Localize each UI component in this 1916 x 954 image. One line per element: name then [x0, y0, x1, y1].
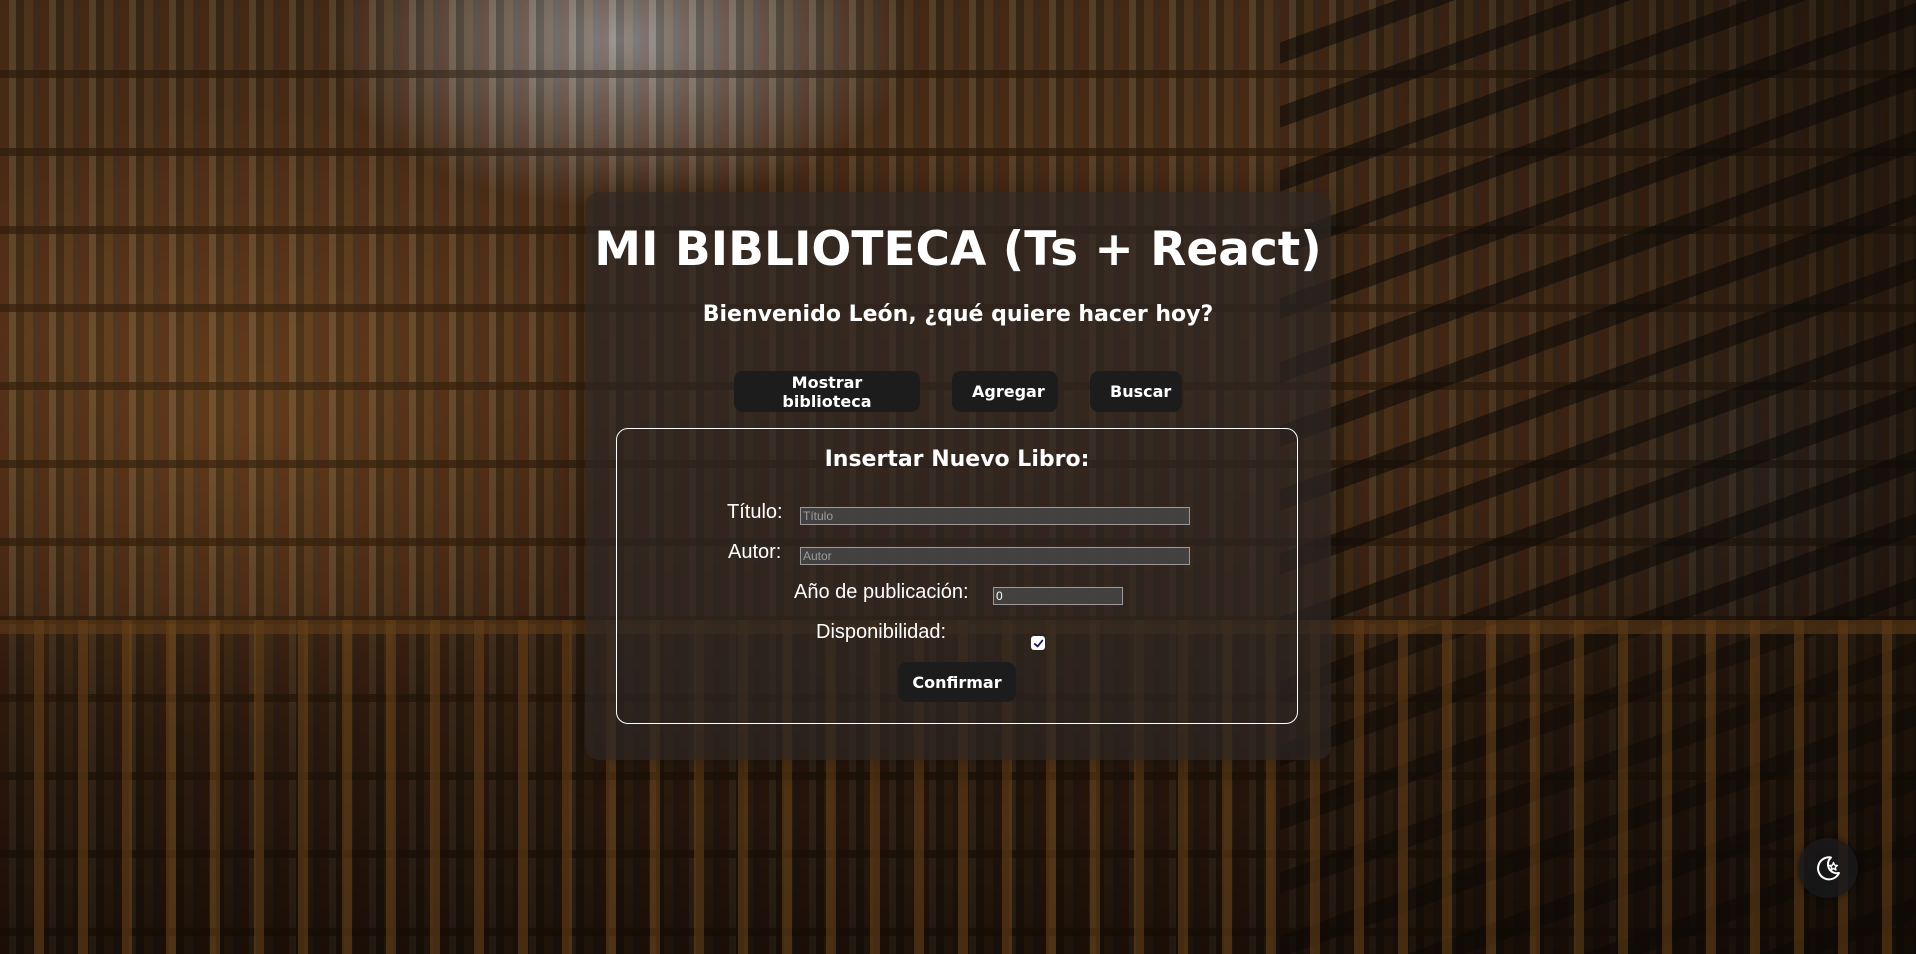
welcome-subtitle: Bienvenido León, ¿qué quiere hacer hoy?	[702, 302, 1214, 327]
show-library-button[interactable]: Mostrar biblioteca	[734, 371, 920, 412]
author-input[interactable]	[800, 547, 1190, 565]
page-title: MI BIBLIOTECA (Ts + React)	[594, 222, 1322, 277]
availability-checkbox[interactable]	[1031, 636, 1045, 650]
year-input[interactable]	[993, 587, 1123, 605]
title-label: Título:	[727, 501, 783, 523]
confirm-button[interactable]: Confirmar	[898, 662, 1016, 702]
moon-star-icon	[1817, 856, 1840, 881]
main-panel: MI BIBLIOTECA (Ts + React) Bienvenido Le…	[585, 192, 1331, 760]
search-button[interactable]: Buscar	[1090, 371, 1182, 412]
theme-toggle-button[interactable]	[1798, 838, 1858, 898]
new-book-form: Insertar Nuevo Libro: Título: Autor: Año…	[616, 428, 1298, 724]
author-label: Autor:	[728, 541, 782, 563]
main-nav: Mostrar biblioteca Agregar Buscar	[585, 371, 1331, 412]
availability-label: Disponibilidad:	[816, 621, 947, 643]
checkmark-icon	[1033, 639, 1043, 647]
year-label: Año de publicación:	[794, 581, 969, 603]
title-input[interactable]	[800, 507, 1190, 525]
form-heading: Insertar Nuevo Libro:	[824, 447, 1090, 472]
add-button[interactable]: Agregar	[952, 371, 1058, 412]
